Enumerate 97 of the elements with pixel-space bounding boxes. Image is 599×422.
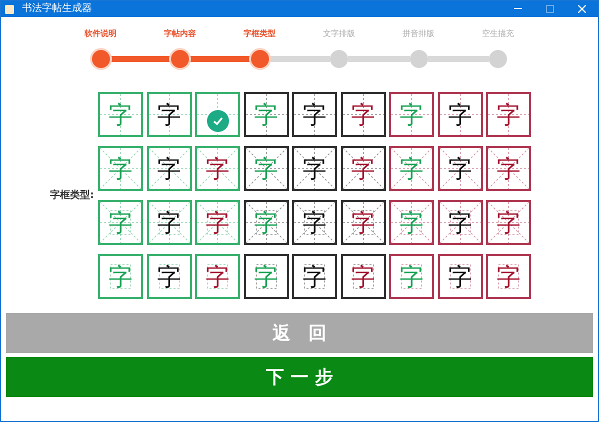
guide-lines xyxy=(294,94,335,135)
guide-lines xyxy=(294,148,335,189)
sample-character: 字 xyxy=(254,102,278,126)
sample-character: 字 xyxy=(254,156,278,180)
guide-lines xyxy=(197,148,238,189)
guide-lines xyxy=(440,94,480,135)
sample-character: 字 xyxy=(496,264,520,288)
sample-character: 字 xyxy=(351,102,375,126)
sample-character: 字 xyxy=(448,210,472,234)
sample-character: 字 xyxy=(496,102,520,126)
step-label: 软件说明 xyxy=(84,28,116,40)
frame-option[interactable]: 字 xyxy=(292,92,337,137)
frame-option[interactable]: 字 xyxy=(438,254,482,299)
guide-lines xyxy=(488,148,529,189)
sample-character: 字 xyxy=(108,102,132,126)
frame-option[interactable]: 字 xyxy=(195,254,240,299)
guide-lines xyxy=(488,202,529,243)
frame-option[interactable]: 字 xyxy=(340,146,386,191)
frame-option[interactable]: 字 xyxy=(486,254,531,299)
step-label: 字框类型 xyxy=(244,28,276,40)
frame-type-label: 字框类型: xyxy=(50,188,94,203)
frame-option[interactable]: 字 xyxy=(146,146,192,191)
sample-character: 字 xyxy=(302,210,326,234)
sample-character: 字 xyxy=(108,210,132,234)
sample-character: 字 xyxy=(254,264,278,288)
close-icon[interactable] xyxy=(578,5,586,13)
sample-character: 字 xyxy=(400,210,424,234)
frame-option[interactable]: 字 xyxy=(292,254,337,299)
sample-character: 字 xyxy=(108,156,132,180)
frame-option[interactable]: 字 xyxy=(438,92,482,137)
sample-character: 字 xyxy=(302,156,326,180)
sample-character: 字 xyxy=(108,264,132,288)
guide-lines xyxy=(342,202,384,243)
guide-lines xyxy=(100,148,141,189)
sample-character: 字 xyxy=(400,264,424,288)
guide-lines xyxy=(488,94,529,135)
frame-option[interactable]: 字 xyxy=(195,200,240,245)
guide-lines xyxy=(246,202,286,243)
guide-lines xyxy=(100,94,141,135)
sample-character: 字 xyxy=(400,156,424,180)
next-button[interactable]: 下 一 步 xyxy=(6,357,593,397)
frame-option[interactable]: 字 xyxy=(486,92,531,137)
sample-character: 字 xyxy=(157,102,181,126)
guide-lines xyxy=(148,202,190,243)
frame-option[interactable]: 字 xyxy=(438,146,482,191)
guide-lines xyxy=(440,202,480,243)
guide-lines xyxy=(148,94,190,135)
guide-lines xyxy=(246,148,286,189)
guide-lines xyxy=(440,148,480,189)
step-label: 空生描充 xyxy=(482,28,514,40)
step-label: 文字排版 xyxy=(323,28,355,40)
frame-option[interactable]: 字 xyxy=(146,92,192,137)
frame-option[interactable]: 字 xyxy=(340,92,386,137)
minimize-icon[interactable] xyxy=(514,8,522,10)
frame-option[interactable] xyxy=(195,92,240,137)
guide-lines xyxy=(391,148,432,189)
guide-lines xyxy=(148,148,190,189)
frame-option[interactable]: 字 xyxy=(340,200,386,245)
frame-option[interactable]: 字 xyxy=(292,200,337,245)
sample-character: 字 xyxy=(254,210,278,234)
frame-option[interactable]: 字 xyxy=(195,146,240,191)
step-label: 字帖内容 xyxy=(164,28,196,40)
sample-character: 字 xyxy=(351,210,375,234)
frame-option[interactable]: 字 xyxy=(486,146,531,191)
sample-character: 字 xyxy=(496,210,520,234)
sample-character: 字 xyxy=(157,264,181,288)
sample-character: 字 xyxy=(351,264,375,288)
frame-option[interactable]: 字 xyxy=(146,254,192,299)
sample-character: 字 xyxy=(206,156,230,180)
guide-lines xyxy=(246,94,286,135)
frame-option[interactable]: 字 xyxy=(438,200,482,245)
guide-lines xyxy=(100,202,141,243)
sample-character: 字 xyxy=(448,102,472,126)
sample-character: 字 xyxy=(157,156,181,180)
guide-lines xyxy=(391,94,432,135)
sample-character: 字 xyxy=(448,264,472,288)
app-icon xyxy=(5,4,14,14)
sample-character: 字 xyxy=(302,102,326,126)
guide-lines xyxy=(342,148,384,189)
sample-character: 字 xyxy=(448,156,472,180)
sample-character: 字 xyxy=(302,264,326,288)
guide-lines xyxy=(294,202,335,243)
window-title: 书法字帖生成器 xyxy=(22,4,92,14)
guide-lines xyxy=(342,94,384,135)
sample-character: 字 xyxy=(206,210,230,234)
frame-option[interactable]: 字 xyxy=(146,200,192,245)
sample-character: 字 xyxy=(206,264,230,288)
frame-option[interactable]: 字 xyxy=(340,254,386,299)
sample-character: 字 xyxy=(496,156,520,180)
sample-character: 字 xyxy=(351,156,375,180)
frame-option[interactable]: 字 xyxy=(486,200,531,245)
guide-lines xyxy=(197,202,238,243)
sample-character: 字 xyxy=(157,210,181,234)
sample-character: 字 xyxy=(400,102,424,126)
guide-lines xyxy=(391,202,432,243)
frame-option[interactable]: 字 xyxy=(292,146,337,191)
step-label: 拼音排版 xyxy=(402,28,434,40)
